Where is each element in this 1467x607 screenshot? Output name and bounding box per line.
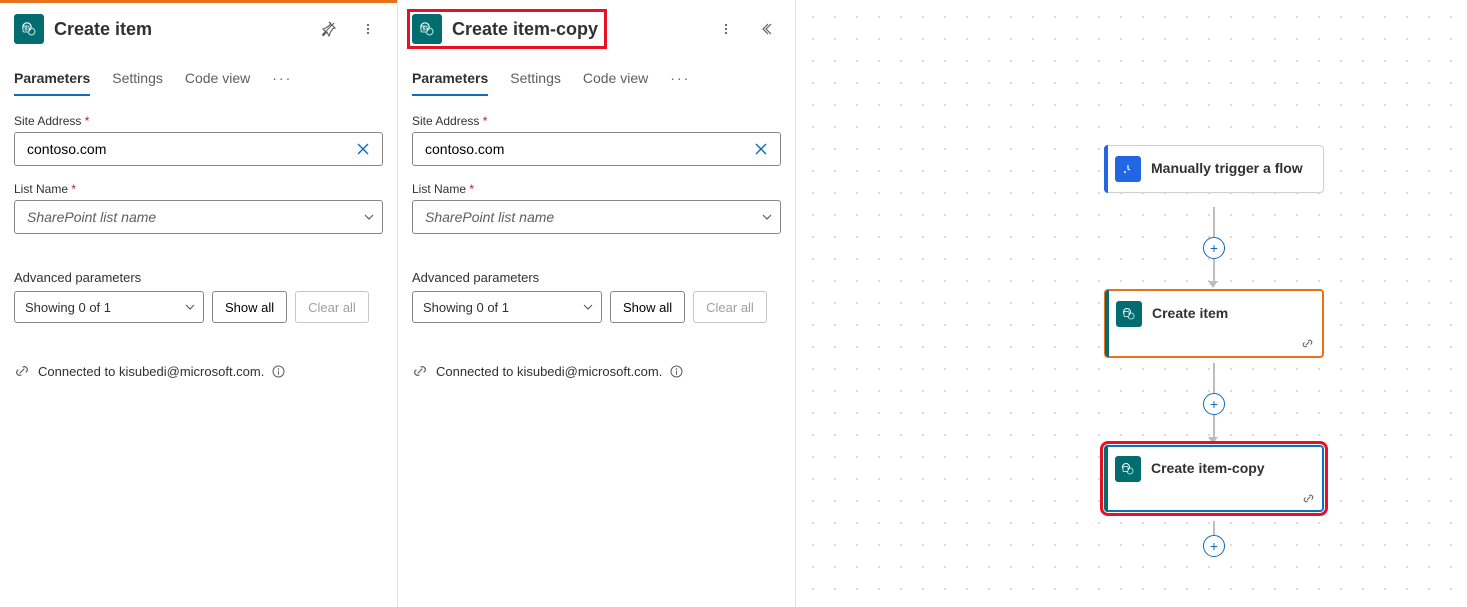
add-action-button[interactable]: +: [1203, 535, 1225, 557]
details-panel-2: S Create item-copy Parameters Settings C…: [398, 0, 796, 607]
node-accent: [1104, 445, 1108, 512]
add-action-button[interactable]: +: [1203, 393, 1225, 415]
link-icon: [14, 363, 30, 379]
panel1-form: Site Address * List Name * SharePoint li…: [0, 96, 397, 323]
action1-title: Create item: [1152, 305, 1228, 323]
chevron-down-icon: [364, 212, 374, 222]
list-name-select[interactable]: SharePoint list name: [412, 200, 781, 234]
connector: [1213, 521, 1215, 535]
linked-icon: [1301, 337, 1314, 350]
sharepoint-icon: [1116, 301, 1142, 327]
clear-all-button: Clear all: [295, 291, 369, 323]
panel2-title: Create item-copy: [452, 19, 598, 40]
tab-settings[interactable]: Settings: [112, 70, 163, 96]
advanced-label: Advanced parameters: [412, 270, 781, 285]
arrow-icon: [1208, 281, 1218, 288]
chevron-down-icon: [583, 302, 593, 312]
site-address-input[interactable]: [25, 140, 350, 158]
connector: [1213, 207, 1215, 237]
panel1-tabs: Parameters Settings Code view ···: [0, 52, 397, 96]
list-name-placeholder: SharePoint list name: [27, 209, 156, 225]
advanced-row: Showing 0 of 1 Show all Clear all: [14, 291, 383, 323]
tab-code-view[interactable]: Code view: [583, 70, 648, 96]
trigger-node[interactable]: Manually trigger a flow: [1104, 145, 1324, 193]
list-name-label: List Name *: [412, 182, 781, 196]
unpin-button[interactable]: [313, 14, 343, 44]
list-name-select[interactable]: SharePoint list name: [14, 200, 383, 234]
panel2-form: Site Address * List Name * SharePoint li…: [398, 96, 795, 323]
more-button[interactable]: [711, 14, 741, 44]
tab-settings[interactable]: Settings: [510, 70, 561, 96]
chevron-down-icon: [762, 212, 772, 222]
advanced-label: Advanced parameters: [14, 270, 383, 285]
linked-icon: [1302, 492, 1315, 505]
flow-canvas[interactable]: Manually trigger a flow + Create item + …: [796, 0, 1467, 607]
clear-icon[interactable]: [350, 136, 376, 162]
trigger-title: Manually trigger a flow: [1151, 160, 1303, 178]
sharepoint-icon: S: [412, 14, 442, 44]
panel2-header: S Create item-copy: [398, 0, 795, 52]
chevron-down-icon: [185, 302, 195, 312]
details-panel-1: S Create item Parameters Settings Code v…: [0, 0, 398, 607]
show-all-button[interactable]: Show all: [212, 291, 287, 323]
clear-all-button: Clear all: [693, 291, 767, 323]
arrow-icon: [1208, 437, 1218, 444]
node-accent: [1105, 290, 1109, 357]
advanced-dropdown[interactable]: Showing 0 of 1: [412, 291, 602, 323]
action-node-create-item[interactable]: Create item: [1104, 289, 1324, 358]
node-accent: [1104, 145, 1108, 193]
show-all-button[interactable]: Show all: [610, 291, 685, 323]
connector: [1213, 259, 1215, 281]
site-address-input-wrap: [14, 132, 383, 166]
site-address-input[interactable]: [423, 140, 748, 158]
list-name-label: List Name *: [14, 182, 383, 196]
action-node-create-item-copy[interactable]: Create item-copy: [1104, 445, 1324, 512]
list-name-placeholder: SharePoint list name: [425, 209, 554, 225]
collapse-button[interactable]: [751, 14, 781, 44]
info-icon[interactable]: [670, 365, 683, 378]
tab-parameters[interactable]: Parameters: [14, 70, 90, 96]
advanced-dropdown-text: Showing 0 of 1: [423, 300, 509, 315]
action2-title: Create item-copy: [1151, 460, 1265, 478]
info-icon[interactable]: [272, 365, 285, 378]
tab-code-view[interactable]: Code view: [185, 70, 250, 96]
link-icon: [412, 363, 428, 379]
advanced-dropdown-text: Showing 0 of 1: [25, 300, 111, 315]
site-address-label: Site Address *: [14, 114, 383, 128]
advanced-row: Showing 0 of 1 Show all Clear all: [412, 291, 781, 323]
add-action-button[interactable]: +: [1203, 237, 1225, 259]
panel1-title: Create item: [54, 19, 303, 40]
site-address-label: Site Address *: [412, 114, 781, 128]
more-button[interactable]: [353, 14, 383, 44]
panel2-tabs: Parameters Settings Code view ···: [398, 52, 795, 96]
panel2-title-highlight: S Create item-copy: [407, 9, 607, 49]
connection-row: Connected to kisubedi@microsoft.com.: [398, 323, 795, 379]
tab-overflow[interactable]: ···: [272, 70, 292, 96]
connector: [1213, 415, 1215, 437]
tab-parameters[interactable]: Parameters: [412, 70, 488, 96]
connection-row: Connected to kisubedi@microsoft.com.: [0, 323, 397, 379]
sharepoint-icon: S: [14, 14, 44, 44]
advanced-dropdown[interactable]: Showing 0 of 1: [14, 291, 204, 323]
connector: [1213, 363, 1215, 393]
connection-text: Connected to kisubedi@microsoft.com.: [38, 364, 264, 379]
sharepoint-icon: [1115, 456, 1141, 482]
panel1-header: S Create item: [0, 0, 397, 52]
trigger-icon: [1115, 156, 1141, 182]
tab-overflow[interactable]: ···: [670, 70, 690, 96]
site-address-input-wrap: [412, 132, 781, 166]
connection-text: Connected to kisubedi@microsoft.com.: [436, 364, 662, 379]
clear-icon[interactable]: [748, 136, 774, 162]
